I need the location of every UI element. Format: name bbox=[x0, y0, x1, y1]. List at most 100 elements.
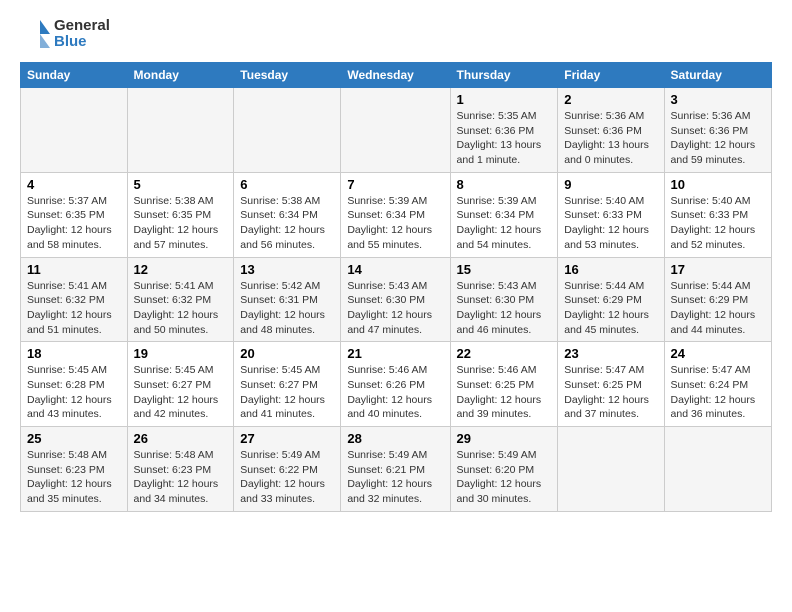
calendar-day-cell bbox=[341, 88, 450, 173]
calendar-week-row: 4 Sunrise: 5:37 AM Sunset: 6:35 PM Daylig… bbox=[21, 172, 772, 257]
page-header: General Blue bbox=[20, 16, 772, 52]
day-info: Sunrise: 5:49 AM Sunset: 6:20 PM Dayligh… bbox=[457, 448, 552, 507]
day-info: Sunrise: 5:44 AM Sunset: 6:29 PM Dayligh… bbox=[671, 279, 765, 338]
day-number: 23 bbox=[564, 346, 657, 361]
day-info: Sunrise: 5:46 AM Sunset: 6:26 PM Dayligh… bbox=[347, 363, 443, 422]
calendar-day-cell bbox=[234, 88, 341, 173]
day-info: Sunrise: 5:37 AM Sunset: 6:35 PM Dayligh… bbox=[27, 194, 121, 253]
calendar-day-cell: 7 Sunrise: 5:39 AM Sunset: 6:34 PM Daylig… bbox=[341, 172, 450, 257]
calendar-day-header: Monday bbox=[127, 63, 234, 88]
day-number: 4 bbox=[27, 177, 121, 192]
day-number: 11 bbox=[27, 262, 121, 277]
day-number: 9 bbox=[564, 177, 657, 192]
logo-container: General Blue bbox=[20, 16, 110, 52]
day-number: 25 bbox=[27, 431, 121, 446]
day-number: 16 bbox=[564, 262, 657, 277]
day-number: 17 bbox=[671, 262, 765, 277]
calendar-day-cell: 25 Sunrise: 5:48 AM Sunset: 6:23 PM Dayli… bbox=[21, 427, 128, 512]
day-info: Sunrise: 5:36 AM Sunset: 6:36 PM Dayligh… bbox=[564, 109, 657, 168]
day-info: Sunrise: 5:46 AM Sunset: 6:25 PM Dayligh… bbox=[457, 363, 552, 422]
logo: General Blue bbox=[20, 16, 110, 52]
calendar-day-cell: 21 Sunrise: 5:46 AM Sunset: 6:26 PM Dayli… bbox=[341, 342, 450, 427]
day-number: 28 bbox=[347, 431, 443, 446]
calendar-day-cell: 22 Sunrise: 5:46 AM Sunset: 6:25 PM Dayli… bbox=[450, 342, 558, 427]
calendar-day-cell: 14 Sunrise: 5:43 AM Sunset: 6:30 PM Dayli… bbox=[341, 257, 450, 342]
day-info: Sunrise: 5:39 AM Sunset: 6:34 PM Dayligh… bbox=[457, 194, 552, 253]
calendar-day-cell: 19Sunrise: 5:45 AM Sunset: 6:27 PM Dayli… bbox=[127, 342, 234, 427]
day-info: Sunrise: 5:42 AM Sunset: 6:31 PM Dayligh… bbox=[240, 279, 334, 338]
day-number: 12 bbox=[134, 262, 228, 277]
day-info: Sunrise: 5:38 AM Sunset: 6:34 PM Dayligh… bbox=[240, 194, 334, 253]
day-number: 27 bbox=[240, 431, 334, 446]
calendar-day-cell: 10 Sunrise: 5:40 AM Sunset: 6:33 PM Dayli… bbox=[664, 172, 771, 257]
day-info: Sunrise: 5:49 AM Sunset: 6:21 PM Dayligh… bbox=[347, 448, 443, 507]
day-number: 2 bbox=[564, 92, 657, 107]
day-number: 15 bbox=[457, 262, 552, 277]
calendar-day-cell bbox=[558, 427, 664, 512]
calendar-day-cell: 2 Sunrise: 5:36 AM Sunset: 6:36 PM Daylig… bbox=[558, 88, 664, 173]
day-number: 21 bbox=[347, 346, 443, 361]
calendar-day-cell: 1 Sunrise: 5:35 AM Sunset: 6:36 PM Daylig… bbox=[450, 88, 558, 173]
calendar-body: 1 Sunrise: 5:35 AM Sunset: 6:36 PM Daylig… bbox=[21, 88, 772, 512]
calendar-day-cell: 4 Sunrise: 5:37 AM Sunset: 6:35 PM Daylig… bbox=[21, 172, 128, 257]
calendar-day-cell: 18 Sunrise: 5:45 AM Sunset: 6:28 PM Dayli… bbox=[21, 342, 128, 427]
calendar-table: SundayMondayTuesdayWednesdayThursdayFrid… bbox=[20, 62, 772, 512]
day-info: Sunrise: 5:47 AM Sunset: 6:25 PM Dayligh… bbox=[564, 363, 657, 422]
calendar-day-header: Thursday bbox=[450, 63, 558, 88]
calendar-week-row: 11 Sunrise: 5:41 AM Sunset: 6:32 PM Dayli… bbox=[21, 257, 772, 342]
day-info: Sunrise: 5:44 AM Sunset: 6:29 PM Dayligh… bbox=[564, 279, 657, 338]
calendar-day-cell: 16 Sunrise: 5:44 AM Sunset: 6:29 PM Dayli… bbox=[558, 257, 664, 342]
calendar-day-cell: 24 Sunrise: 5:47 AM Sunset: 6:24 PM Dayli… bbox=[664, 342, 771, 427]
logo-text-general: General bbox=[54, 18, 110, 35]
day-info: Sunrise: 5:45 AM Sunset: 6:28 PM Dayligh… bbox=[27, 363, 121, 422]
calendar-header-row: SundayMondayTuesdayWednesdayThursdayFrid… bbox=[21, 63, 772, 88]
calendar-day-cell bbox=[21, 88, 128, 173]
day-info: Sunrise: 5:41 AM Sunset: 6:32 PM Dayligh… bbox=[134, 279, 228, 338]
calendar-day-cell: 15 Sunrise: 5:43 AM Sunset: 6:30 PM Dayli… bbox=[450, 257, 558, 342]
day-info: Sunrise: 5:48 AM Sunset: 6:23 PM Dayligh… bbox=[134, 448, 228, 507]
calendar-day-cell: 13Sunrise: 5:42 AM Sunset: 6:31 PM Dayli… bbox=[234, 257, 341, 342]
calendar-day-header: Tuesday bbox=[234, 63, 341, 88]
day-number: 10 bbox=[671, 177, 765, 192]
calendar-day-cell: 12 Sunrise: 5:41 AM Sunset: 6:32 PM Dayli… bbox=[127, 257, 234, 342]
calendar-day-cell: 5 Sunrise: 5:38 AM Sunset: 6:35 PM Daylig… bbox=[127, 172, 234, 257]
day-info: Sunrise: 5:49 AM Sunset: 6:22 PM Dayligh… bbox=[240, 448, 334, 507]
logo-text-blue: Blue bbox=[54, 34, 110, 51]
calendar-day-cell: 29Sunrise: 5:49 AM Sunset: 6:20 PM Dayli… bbox=[450, 427, 558, 512]
calendar-day-cell: 8Sunrise: 5:39 AM Sunset: 6:34 PM Daylig… bbox=[450, 172, 558, 257]
calendar-day-cell: 9 Sunrise: 5:40 AM Sunset: 6:33 PM Daylig… bbox=[558, 172, 664, 257]
day-number: 22 bbox=[457, 346, 552, 361]
day-info: Sunrise: 5:35 AM Sunset: 6:36 PM Dayligh… bbox=[457, 109, 552, 168]
day-number: 3 bbox=[671, 92, 765, 107]
day-number: 6 bbox=[240, 177, 334, 192]
calendar-day-cell: 3Sunrise: 5:36 AM Sunset: 6:36 PM Daylig… bbox=[664, 88, 771, 173]
day-info: Sunrise: 5:39 AM Sunset: 6:34 PM Dayligh… bbox=[347, 194, 443, 253]
calendar-day-header: Wednesday bbox=[341, 63, 450, 88]
calendar-day-cell: 20 Sunrise: 5:45 AM Sunset: 6:27 PM Dayli… bbox=[234, 342, 341, 427]
day-number: 5 bbox=[134, 177, 228, 192]
calendar-day-cell: 26Sunrise: 5:48 AM Sunset: 6:23 PM Dayli… bbox=[127, 427, 234, 512]
day-info: Sunrise: 5:45 AM Sunset: 6:27 PM Dayligh… bbox=[134, 363, 228, 422]
calendar-week-row: 1 Sunrise: 5:35 AM Sunset: 6:36 PM Daylig… bbox=[21, 88, 772, 173]
day-info: Sunrise: 5:40 AM Sunset: 6:33 PM Dayligh… bbox=[671, 194, 765, 253]
day-info: Sunrise: 5:48 AM Sunset: 6:23 PM Dayligh… bbox=[27, 448, 121, 507]
calendar-day-cell: 23 Sunrise: 5:47 AM Sunset: 6:25 PM Dayli… bbox=[558, 342, 664, 427]
day-number: 14 bbox=[347, 262, 443, 277]
logo-icon bbox=[20, 16, 52, 52]
day-info: Sunrise: 5:40 AM Sunset: 6:33 PM Dayligh… bbox=[564, 194, 657, 253]
calendar-day-cell bbox=[127, 88, 234, 173]
day-info: Sunrise: 5:47 AM Sunset: 6:24 PM Dayligh… bbox=[671, 363, 765, 422]
day-number: 7 bbox=[347, 177, 443, 192]
day-info: Sunrise: 5:38 AM Sunset: 6:35 PM Dayligh… bbox=[134, 194, 228, 253]
day-number: 20 bbox=[240, 346, 334, 361]
day-info: Sunrise: 5:45 AM Sunset: 6:27 PM Dayligh… bbox=[240, 363, 334, 422]
day-number: 1 bbox=[457, 92, 552, 107]
calendar-day-header: Sunday bbox=[21, 63, 128, 88]
calendar-day-cell: 6 Sunrise: 5:38 AM Sunset: 6:34 PM Daylig… bbox=[234, 172, 341, 257]
day-number: 24 bbox=[671, 346, 765, 361]
day-info: Sunrise: 5:41 AM Sunset: 6:32 PM Dayligh… bbox=[27, 279, 121, 338]
day-number: 18 bbox=[27, 346, 121, 361]
day-info: Sunrise: 5:43 AM Sunset: 6:30 PM Dayligh… bbox=[347, 279, 443, 338]
calendar-day-header: Friday bbox=[558, 63, 664, 88]
day-info: Sunrise: 5:43 AM Sunset: 6:30 PM Dayligh… bbox=[457, 279, 552, 338]
